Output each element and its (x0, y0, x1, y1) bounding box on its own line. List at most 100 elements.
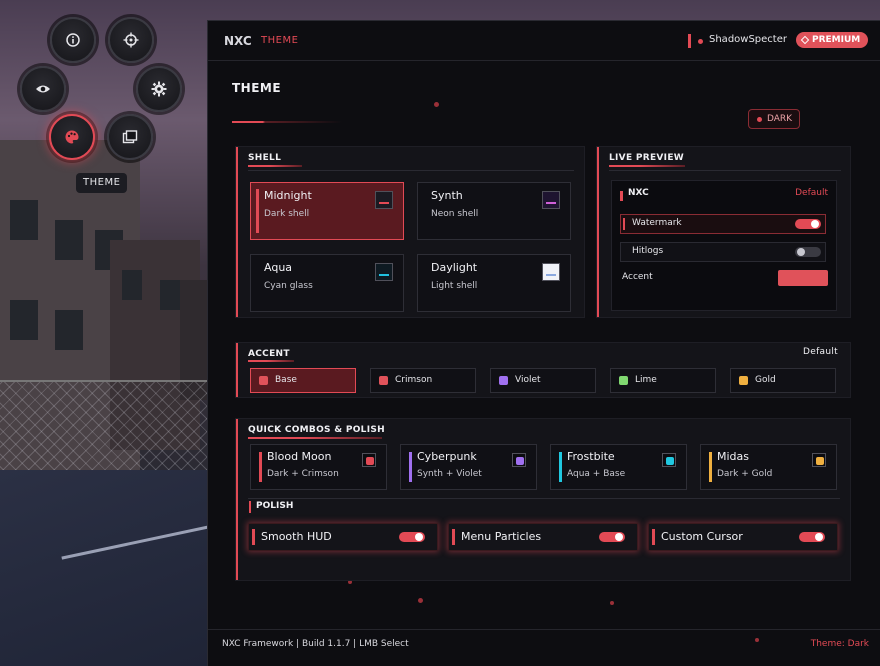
polish-label: Custom Cursor (661, 530, 743, 543)
brand-logo: NXC (224, 34, 252, 48)
hitlogs-toggle[interactable] (795, 247, 821, 257)
accent-label: Lime (635, 375, 657, 385)
combo-color-bar (259, 452, 262, 482)
panel-topbar: NXC THEME ShadowSpecter PREMIUM (208, 21, 880, 61)
page-title: THEME (232, 81, 282, 95)
mode-label: DARK (767, 114, 793, 124)
accent-option-base[interactable]: Base (250, 368, 356, 393)
preview-accent-bar (620, 191, 623, 201)
accent-color-dot (379, 376, 388, 385)
polish-smooth-hud[interactable]: Smooth HUD (248, 523, 438, 551)
watermark-toggle[interactable] (795, 219, 821, 229)
smooth-hud-toggle[interactable] (399, 532, 425, 542)
accent-option-gold[interactable]: Gold (730, 368, 836, 393)
shell-option-aqua[interactable]: Aqua Cyan glass (250, 254, 404, 312)
accent-option-violet[interactable]: Violet (490, 368, 596, 393)
polish-menu-particles[interactable]: Menu Particles (448, 523, 638, 551)
combos-card: QUICK COMBOS & POLISH (235, 418, 851, 581)
shell-name: Daylight (431, 261, 478, 274)
shell-option-synth[interactable]: Synth Neon shell (417, 182, 571, 240)
accent-swatch[interactable] (778, 270, 828, 286)
polish-label: Menu Particles (461, 530, 542, 543)
particle (434, 102, 439, 107)
accent-option-lime[interactable]: Lime (610, 368, 716, 393)
accent-color-dot (259, 376, 268, 385)
info-button[interactable] (50, 17, 96, 63)
heading-underline (248, 437, 382, 439)
particle (610, 601, 614, 605)
accent-label: Gold (755, 375, 776, 385)
accent-label: Crimson (395, 375, 433, 385)
shell-option-midnight[interactable]: Midnight Dark shell (250, 182, 404, 240)
heading-underline (248, 360, 294, 362)
polish-accent-bar (249, 501, 251, 513)
combo-midas[interactable]: Midas Dark + Gold (700, 444, 837, 490)
combo-cyberpunk[interactable]: Cyberpunk Synth + Violet (400, 444, 537, 490)
combo-sub: Dark + Gold (717, 469, 773, 479)
shell-swatch (542, 263, 560, 281)
accent-label: Accent (622, 272, 653, 282)
combos-heading: QUICK COMBOS & POLISH (248, 425, 385, 435)
shell-sub: Light shell (431, 281, 478, 291)
combo-blood-moon[interactable]: Blood Moon Dark + Crimson (250, 444, 387, 490)
accent-color-dot (619, 376, 628, 385)
heading-underline (609, 165, 685, 167)
live-preview-heading: LIVE PREVIEW (609, 153, 684, 163)
diamond-icon (800, 35, 810, 45)
combo-color-bar (409, 452, 412, 482)
combo-color-bar (709, 452, 712, 482)
combo-color-bar (559, 452, 562, 482)
premium-label: PREMIUM (812, 35, 861, 45)
settings-button[interactable] (136, 66, 182, 112)
combo-swatch (512, 453, 526, 467)
combo-swatch (812, 453, 826, 467)
visuals-button[interactable] (20, 66, 66, 112)
background-fence (0, 380, 210, 480)
combo-sub: Dark + Crimson (267, 469, 339, 479)
combo-swatch (362, 453, 376, 467)
accent-label: Violet (515, 375, 541, 385)
accent-color-dot (499, 376, 508, 385)
shell-option-daylight[interactable]: Daylight Light shell (417, 254, 571, 312)
theme-button[interactable] (49, 114, 95, 160)
row-accent-bar (623, 218, 625, 230)
footer-build-info: NXC Framework | Build 1.1.7 | LMB Select (222, 639, 409, 649)
radial-tooltip: THEME (76, 173, 128, 193)
shell-swatch (375, 263, 393, 281)
crosshair-button[interactable] (108, 17, 154, 63)
preview-title: NXC (628, 188, 649, 198)
row-label: Hitlogs (632, 246, 664, 256)
theme-panel: NXC THEME ShadowSpecter PREMIUM THEME DA… (207, 20, 880, 666)
accent-preset: Default (803, 347, 838, 357)
divider (248, 170, 574, 171)
accent-option-crimson[interactable]: Crimson (370, 368, 476, 393)
gear-icon (151, 81, 167, 97)
menu-particles-toggle[interactable] (599, 532, 625, 542)
preview-row-watermark[interactable]: Watermark (620, 214, 826, 234)
custom-cursor-toggle[interactable] (799, 532, 825, 542)
divider (248, 498, 840, 499)
online-status-dot (698, 39, 703, 44)
particle (418, 598, 423, 603)
combo-sub: Aqua + Base (567, 469, 626, 479)
polish-custom-cursor[interactable]: Custom Cursor (648, 523, 838, 551)
shell-swatch (375, 191, 393, 209)
card-accent (236, 419, 238, 580)
eye-icon (36, 85, 50, 93)
combo-name: Frostbite (567, 450, 615, 463)
polish-accent-bar (252, 529, 255, 545)
background-road (0, 470, 210, 666)
accent-color-dot (739, 376, 748, 385)
crosshair-icon (123, 32, 139, 48)
combo-frostbite[interactable]: Frostbite Aqua + Base (550, 444, 687, 490)
combo-name: Blood Moon (267, 450, 332, 463)
mode-chip[interactable]: DARK (748, 109, 801, 129)
configs-button[interactable] (107, 114, 153, 160)
shell-sub: Cyan glass (264, 281, 313, 291)
status-footer: NXC Framework | Build 1.1.7 | LMB Select… (208, 629, 880, 666)
accent-label: Base (275, 375, 297, 385)
user-accent-bar (688, 34, 691, 48)
shell-sub: Dark shell (264, 209, 310, 219)
palette-icon (65, 130, 79, 144)
preview-row-hitlogs[interactable]: Hitlogs (620, 242, 826, 262)
